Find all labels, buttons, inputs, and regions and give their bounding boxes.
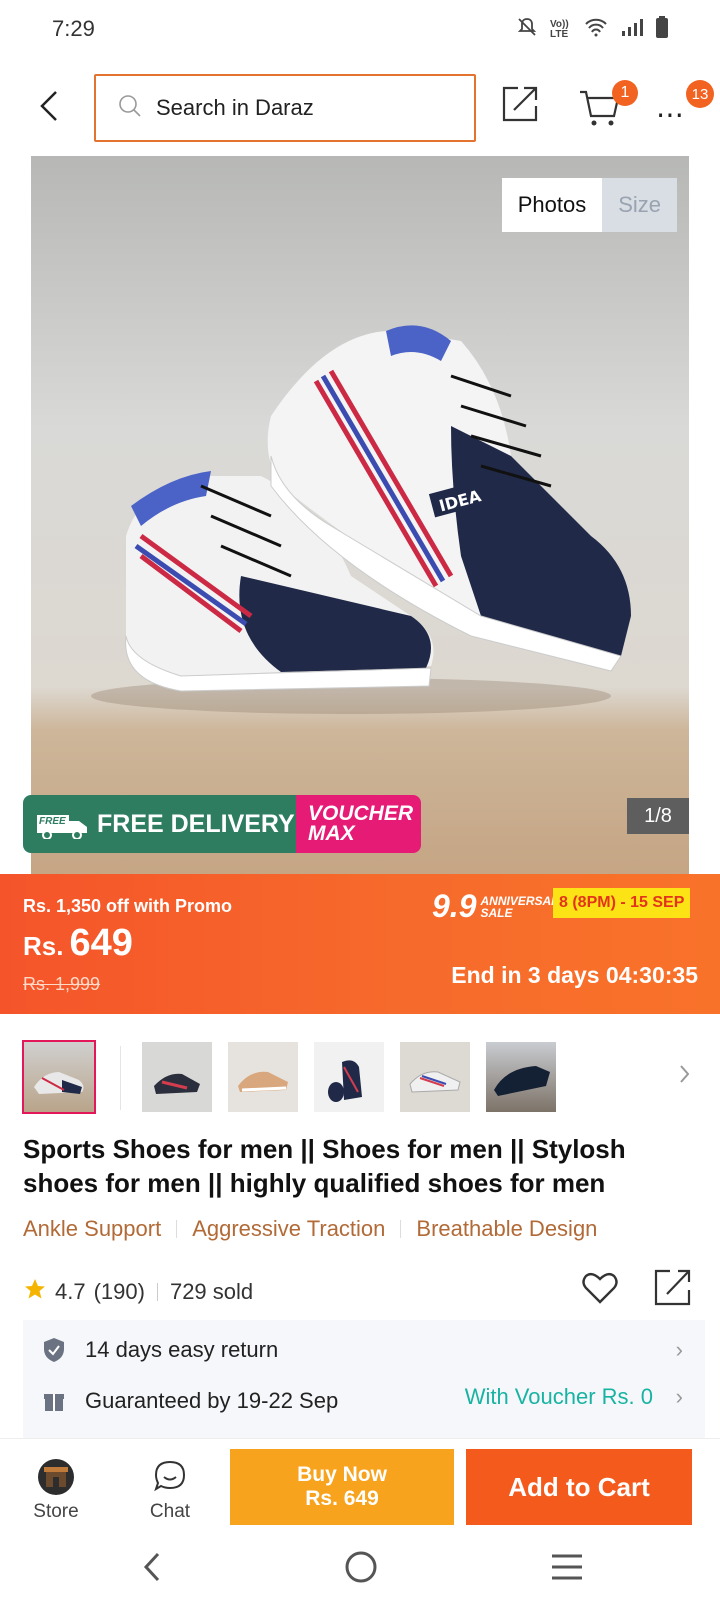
- share-button[interactable]: [500, 84, 544, 128]
- feature-divider: [400, 1220, 402, 1238]
- status-bar: 7:29 Vo)) LTE: [0, 0, 720, 60]
- gallery-tab-toggle: Photos Size: [501, 178, 677, 232]
- volte-icon: Vo)) LTE: [550, 18, 569, 40]
- chevron-right-icon: ›: [675, 1384, 683, 1409]
- review-count: (190): [93, 1279, 145, 1304]
- thumbnail-strip: [0, 1040, 720, 1116]
- wishlist-heart-icon[interactable]: [580, 1268, 620, 1313]
- thumbnail-1[interactable]: [22, 1040, 96, 1114]
- cart-count-badge: 1: [612, 80, 638, 106]
- sale-name-2: SALE: [480, 905, 513, 920]
- delivery-guarantee-row[interactable]: Guaranteed by 19-22 Sep With Voucher Rs.…: [23, 1358, 705, 1420]
- nav-home-icon[interactable]: [344, 1550, 378, 1589]
- feature-divider: [176, 1220, 178, 1238]
- thumbnail-2[interactable]: [142, 1042, 212, 1112]
- system-nav-bar: [0, 1528, 720, 1612]
- free-delivery-banner: FREE FREE DELIVERY VOUCHER MAX: [23, 795, 421, 853]
- chat-icon: [136, 1459, 204, 1501]
- tab-size[interactable]: Size: [602, 178, 677, 232]
- gift-icon: [23, 1390, 85, 1412]
- feature-tag[interactable]: Breathable Design: [416, 1216, 597, 1242]
- thumbnail-6[interactable]: [486, 1042, 556, 1112]
- feature-tag[interactable]: Aggressive Traction: [192, 1216, 385, 1242]
- battery-icon: [656, 16, 668, 43]
- top-header: Search in Daraz 1 ⋯ 13: [0, 62, 720, 156]
- voucher-max-label: VOUCHER MAX: [296, 795, 421, 853]
- notification-badge: 13: [686, 80, 714, 108]
- store-label: Store: [33, 1501, 79, 1522]
- chevron-right-icon[interactable]: [678, 1062, 692, 1091]
- feature-tags: Ankle Support Aggressive Traction Breath…: [23, 1216, 597, 1242]
- mute-icon: [516, 16, 538, 43]
- chat-label: Chat: [149, 1501, 191, 1522]
- rating-divider: [156, 1283, 158, 1301]
- buy-now-label: Buy Now: [297, 1463, 387, 1486]
- product-title: Sports Shoes for men || Shoes for men ||…: [23, 1134, 626, 1198]
- free-delivery-label: FREE FREE DELIVERY: [23, 795, 296, 853]
- bottom-action-bar: Store Chat Buy Now Rs. 649 Add to Cart: [0, 1438, 720, 1528]
- sale-number: 9.9: [432, 888, 477, 924]
- tab-photos[interactable]: Photos: [501, 178, 603, 232]
- price-amount: 649: [69, 922, 133, 964]
- image-counter: 1/8: [627, 798, 689, 834]
- thumbnail-divider: [120, 1046, 121, 1110]
- signal-icon: [620, 17, 644, 42]
- store-button[interactable]: Store: [22, 1459, 90, 1523]
- thumbnail-3[interactable]: [228, 1042, 298, 1112]
- wifi-icon: [584, 17, 608, 42]
- status-time: 7:29: [52, 16, 95, 41]
- star-icon: [23, 1277, 47, 1307]
- current-price: Rs. 649: [23, 922, 133, 965]
- share-icon[interactable]: [652, 1266, 694, 1313]
- service-info-box: 14 days easy return › Guaranteed by 19-2…: [23, 1320, 705, 1440]
- sale-dates-badge: 8 (8PM) - 15 SEP: [553, 888, 691, 918]
- sold-count: 729 sold: [169, 1279, 254, 1304]
- voucher-text: VOUCHER: [308, 802, 414, 825]
- thumbnail-5[interactable]: [400, 1042, 470, 1112]
- product-image[interactable]: IDEA Photos Size 1/8: [31, 156, 689, 874]
- search-input[interactable]: Search in Daraz: [94, 74, 476, 142]
- delivery-voucher-text: With Voucher Rs. 0: [464, 1384, 653, 1409]
- add-to-cart-button[interactable]: Add to Cart: [466, 1449, 692, 1525]
- search-icon: [118, 94, 142, 123]
- thumbnail-4[interactable]: [314, 1042, 384, 1112]
- delivery-guarantee-text: Guaranteed by 19-22 Sep: [85, 1388, 339, 1413]
- chat-button[interactable]: Chat: [136, 1459, 204, 1523]
- nav-back-icon[interactable]: [140, 1550, 164, 1589]
- original-price: Rs. 1,999: [23, 974, 101, 994]
- buy-now-button[interactable]: Buy Now Rs. 649: [230, 1449, 454, 1525]
- voucher-max-text: MAX: [308, 822, 355, 845]
- delivery-truck-icon: FREE: [35, 809, 89, 840]
- free-tag: FREE: [39, 816, 66, 827]
- feature-tag[interactable]: Ankle Support: [23, 1216, 161, 1242]
- sale-logo: 9.9 ANNIVERSARY SALE: [432, 888, 568, 925]
- countdown-timer: End in 3 days 04:30:35: [451, 962, 698, 988]
- price-banner: Rs. 1,350 off with Promo Rs. 649 Rs. 1,99…: [0, 874, 720, 1014]
- price-currency: Rs.: [23, 931, 64, 961]
- status-icons: Vo)) LTE: [516, 16, 668, 43]
- store-logo: [38, 1459, 74, 1495]
- more-icon[interactable]: ⋯: [656, 98, 686, 131]
- promo-text: Rs. 1,350 off with Promo: [23, 896, 233, 916]
- buy-now-price: Rs. 649: [305, 1487, 379, 1510]
- search-placeholder: Search in Daraz: [156, 95, 314, 120]
- shoe-photo: IDEA: [91, 325, 631, 714]
- free-delivery-text: FREE DELIVERY: [97, 809, 295, 838]
- back-button[interactable]: [30, 82, 70, 130]
- nav-menu-icon[interactable]: [550, 1552, 584, 1587]
- rating-value: 4.7: [55, 1279, 86, 1304]
